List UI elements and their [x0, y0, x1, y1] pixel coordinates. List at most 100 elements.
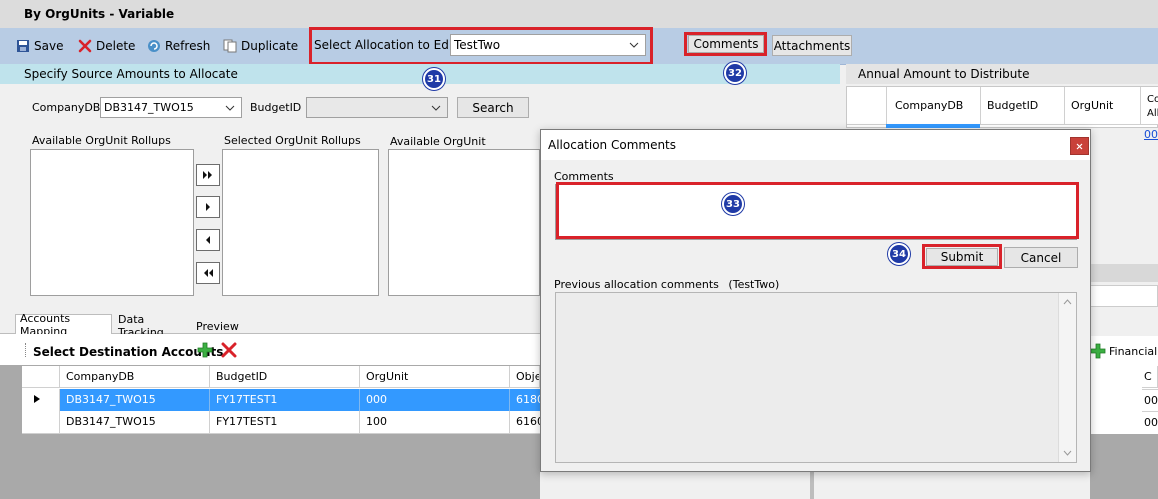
submit-button[interactable]: Submit: [926, 248, 998, 266]
plus-icon: [1090, 343, 1106, 359]
move-all-right-button[interactable]: [196, 164, 220, 186]
annual-section-header: Annual Amount to Distribute: [846, 64, 1158, 84]
delete-button[interactable]: Delete: [78, 36, 135, 56]
destination-header: Select Destination Accounts: [33, 345, 224, 359]
source-section-header: Specify Source Amounts to Allocate: [0, 64, 840, 84]
save-button[interactable]: Save: [16, 36, 63, 56]
table-row[interactable]: DB3147_TWO15 FY17TEST1 000 6180: [22, 389, 540, 411]
allocation-comments-dialog: Allocation Comments Comments 33 34 Submi…: [540, 129, 1091, 472]
cell-object[interactable]: 6180: [510, 389, 540, 411]
search-button[interactable]: Search: [457, 97, 529, 118]
right-cell[interactable]: 00: [1142, 411, 1158, 433]
cell-orgunit[interactable]: 100: [360, 411, 510, 433]
cancel-button[interactable]: Cancel: [1004, 247, 1078, 268]
tab-preview[interactable]: Preview: [192, 316, 239, 336]
company-dropdown[interactable]: DB3147_TWO15: [100, 97, 242, 118]
previous-comments-text: Previous allocation comments: [554, 278, 719, 291]
dest-col-budgetid: BudgetID: [210, 366, 360, 388]
comments-label: Comments: [693, 37, 759, 51]
annual-partial-cell[interactable]: 000: [1144, 128, 1158, 141]
chevron-down-icon: [625, 35, 643, 55]
cell-budgetid[interactable]: FY17TEST1: [210, 389, 360, 411]
attachments-button[interactable]: Attachments: [772, 35, 852, 56]
move-all-left-button[interactable]: [196, 262, 220, 284]
close-icon: [1076, 143, 1083, 149]
tab-accounts-mapping[interactable]: Accounts Mapping: [15, 312, 112, 338]
dialog-title: Allocation Comments: [548, 138, 677, 152]
right-cell[interactable]: 00: [1142, 389, 1158, 411]
dest-col-orgunit: OrgUnit: [360, 366, 510, 388]
move-left-button[interactable]: [196, 229, 220, 251]
select-allocation-value: TestTwo: [454, 38, 501, 52]
save-label: Save: [34, 39, 64, 53]
comments-button[interactable]: Comments: [688, 35, 764, 53]
grid-row-header: [847, 87, 887, 125]
cell-object[interactable]: 6160: [510, 411, 540, 433]
dest-col-object: Obje: [510, 366, 540, 388]
save-icon: [17, 40, 29, 52]
financial-label: Financial: [1109, 345, 1158, 358]
company-label: CompanyDB: [32, 101, 101, 114]
scrollbar[interactable]: [1058, 293, 1076, 462]
cell-budgetid[interactable]: FY17TEST1: [210, 411, 360, 433]
toolbar: Save Delete Refresh Duplicate Select All…: [0, 27, 1158, 65]
available-rollups-list[interactable]: [30, 149, 194, 296]
badge-text: 32: [728, 67, 742, 79]
select-allocation-dropdown[interactable]: TestTwo: [450, 34, 646, 56]
dialog-close-button[interactable]: [1070, 137, 1089, 155]
attachments-label: Attachments: [773, 38, 851, 53]
destination-toolbar: Select Destination Accounts: [0, 334, 540, 365]
annual-col-companydb: CompanyDB: [887, 87, 981, 125]
toolbar-grip: [25, 343, 27, 357]
cell-companydb[interactable]: DB3147_TWO15: [60, 389, 210, 411]
annual-header-text: Annual Amount to Distribute: [858, 67, 1030, 81]
arrow-left-icon: [206, 236, 210, 244]
comments-highlight: [556, 182, 1079, 239]
cancel-label: Cancel: [1020, 250, 1062, 265]
previous-comments-box[interactable]: [555, 292, 1077, 463]
right-scroll-area: [1090, 264, 1158, 282]
callout-badge-31: 31: [423, 68, 445, 90]
move-right-button[interactable]: [196, 196, 220, 218]
budget-label: BudgetID: [250, 101, 302, 114]
add-destination-button[interactable]: [197, 342, 213, 361]
right-grid-strip: [1090, 285, 1158, 307]
callout-badge-33: 33: [722, 193, 744, 215]
right-grid: C 00 00: [1090, 366, 1158, 434]
selected-rollups-list[interactable]: [222, 149, 379, 296]
cell-orgunit[interactable]: 000: [360, 389, 510, 411]
badge-text: 33: [726, 198, 740, 210]
refresh-label: Refresh: [165, 39, 211, 53]
cell-companydb[interactable]: DB3147_TWO15: [60, 411, 210, 433]
annual-selected-cell: [886, 124, 980, 128]
chevron-up-icon[interactable]: [1063, 299, 1072, 305]
previous-comments-label: Previous allocation comments (TestTwo): [554, 278, 779, 291]
annual-col-budgetid: BudgetID: [981, 87, 1065, 125]
refresh-icon: [148, 40, 160, 52]
window-title-bar: By OrgUnits - Variable: [0, 0, 1158, 29]
duplicate-button[interactable]: Duplicate: [223, 36, 298, 56]
selected-rollups-label: Selected OrgUnit Rollups: [224, 134, 361, 147]
remove-destination-button[interactable]: [221, 342, 237, 361]
chevron-down-icon[interactable]: [1063, 450, 1072, 456]
grid-row-header: [22, 366, 60, 388]
dest-col-companydb: CompanyDB: [60, 366, 210, 388]
destination-grid: CompanyDB BudgetID OrgUnit Obje DB3147_T…: [22, 366, 540, 434]
available-orgunit-label: Available OrgUnit: [390, 135, 486, 148]
previous-comments-name: (TestTwo): [728, 278, 780, 291]
row-indicator: [22, 389, 60, 411]
duplicate-label: Duplicate: [241, 39, 299, 53]
add-financial-button[interactable]: [1090, 343, 1106, 362]
budget-dropdown[interactable]: [306, 97, 448, 118]
table-row[interactable]: DB3147_TWO15 FY17TEST1 100 6160: [22, 411, 540, 434]
refresh-button[interactable]: Refresh: [147, 36, 210, 56]
available-orgunit-list[interactable]: [388, 149, 540, 296]
annual-col-orgunit: OrgUnit: [1065, 87, 1141, 125]
callout-badge-34: 34: [888, 243, 910, 265]
delete-label: Delete: [96, 39, 136, 53]
badge-text: 31: [427, 73, 441, 85]
duplicate-icon: [223, 39, 237, 53]
tab-data-tracking[interactable]: Data Tracking: [114, 313, 190, 339]
badge-text: 34: [892, 248, 906, 260]
right-col-c: C: [1142, 366, 1158, 388]
